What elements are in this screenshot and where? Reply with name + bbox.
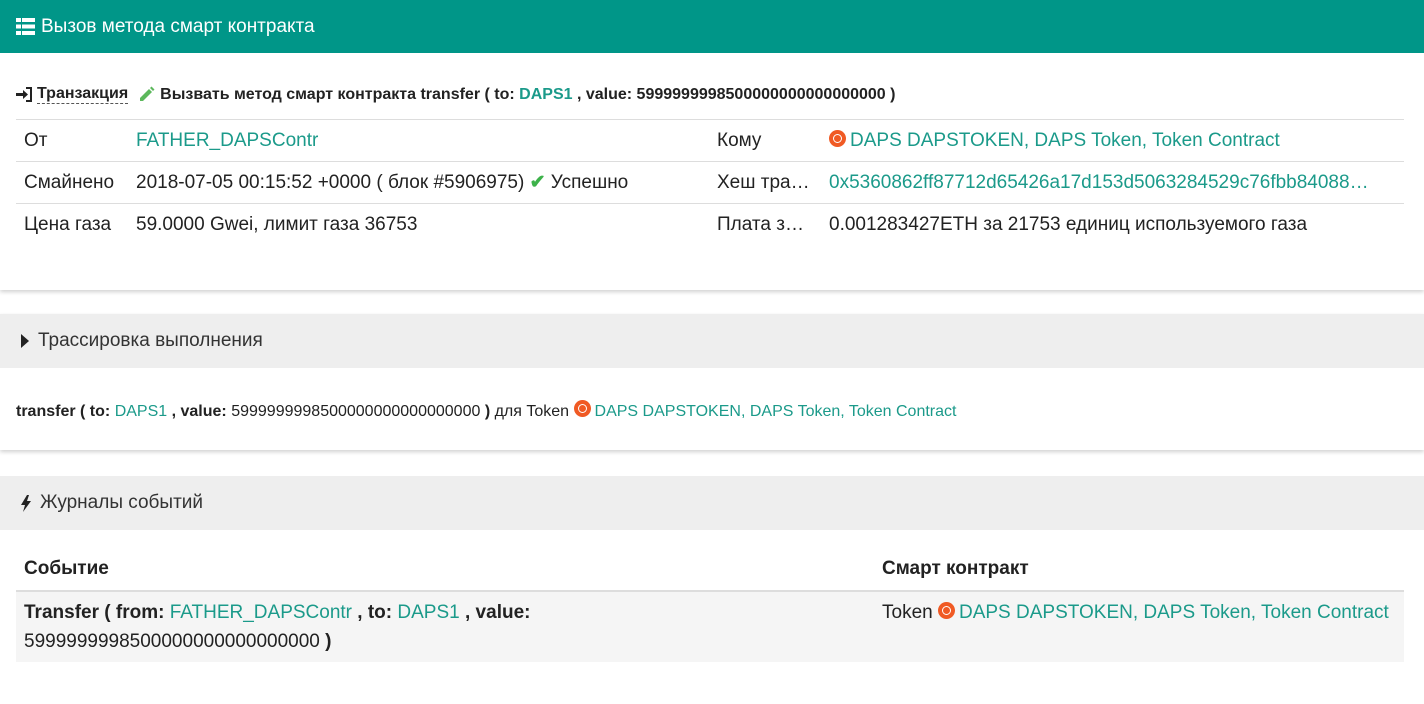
caret-right-icon xyxy=(21,334,29,348)
event-name: Transfer ( from: xyxy=(24,602,165,623)
col-event: Событие xyxy=(24,558,109,579)
mined-label: Смайнено xyxy=(16,161,128,204)
call-value: , value: 5999999998500000000000000000 ) xyxy=(576,85,896,103)
gas-price-label: Цена газа xyxy=(16,203,128,245)
col-contract: Смарт контракт xyxy=(882,558,1029,579)
trace-to-link[interactable]: DAPS1 xyxy=(115,403,167,420)
trace-token-link[interactable]: DAPS DAPSTOKEN, DAPS Token, Token Contra… xyxy=(595,403,957,420)
trace-close: ) xyxy=(484,403,491,420)
event-to-link[interactable]: DAPS1 xyxy=(397,602,459,623)
trace-panel: Трассировка выполнения transfer ( to: DA… xyxy=(0,314,1424,450)
events-panel: Журналы событий Событие Смарт контракт T… xyxy=(0,476,1424,704)
events-header: Журналы событий xyxy=(0,476,1424,530)
trace-for-token: для Token xyxy=(494,403,570,420)
hash-label: Хеш тра… xyxy=(709,161,821,204)
call-description: Вызвать метод смарт контракта transfer (… xyxy=(160,85,515,103)
hash-link[interactable]: 0x5360862ff87712d65426a17d153d5063284529… xyxy=(829,172,1369,193)
trace-method: transfer ( to: xyxy=(16,403,111,420)
bolt-icon xyxy=(21,494,31,512)
transaction-label[interactable]: Транзакция xyxy=(37,85,129,104)
event-value: 5999999998500000000000000000 xyxy=(24,631,320,652)
trace-content: transfer ( to: DAPS1 , value: 5999999998… xyxy=(16,400,956,421)
event-from-link[interactable]: FATHER_DAPSContr xyxy=(170,602,352,623)
contract-cell: Token DAPS DAPSTOKEN, DAPS Token, Token … xyxy=(874,590,1404,662)
from-link[interactable]: FATHER_DAPSContr xyxy=(136,130,318,151)
call-to-link[interactable]: DAPS1 xyxy=(519,86,572,104)
from-label: От xyxy=(16,119,128,162)
table-header-row: Событие Смарт контракт xyxy=(16,548,1404,591)
table-row: Transfer ( from: FATHER_DAPSContr , to: … xyxy=(16,590,1404,662)
panel-title: Вызов метода смарт контракта xyxy=(41,15,315,37)
panel-header: Вызов метода смарт контракта xyxy=(0,0,1424,53)
events-title: Журналы событий xyxy=(40,492,204,513)
to-label: Кому xyxy=(709,119,821,162)
event-to-label: , to: xyxy=(357,602,393,623)
mined-value: 2018-07-05 00:15:52 +0000 ( блок #590697… xyxy=(136,172,525,193)
table-row: От FATHER_DAPSContr Кому DAPS DAPSTOKEN,… xyxy=(16,119,1404,162)
to-token-link[interactable]: DAPS DAPSTOKEN, DAPS Token, Token Contra… xyxy=(850,130,1280,151)
transaction-info-table: От FATHER_DAPSContr Кому DAPS DAPSTOKEN,… xyxy=(16,119,1404,245)
transaction-panel: Вызов метода смарт контракта Транзакция … xyxy=(0,0,1424,290)
contract-prefix: Token xyxy=(882,602,933,623)
status-text: Успешно xyxy=(550,172,629,193)
trace-title: Трассировка выполнения xyxy=(38,330,263,351)
table-row: Цена газа 59.0000 Gwei, лимит газа 36753… xyxy=(16,203,1404,245)
token-icon xyxy=(937,602,955,619)
trace-header[interactable]: Трассировка выполнения xyxy=(0,314,1424,368)
fee-label: Плата з… xyxy=(709,203,821,245)
trace-value: 5999999998500000000000000000 xyxy=(231,403,481,420)
list-icon xyxy=(16,18,35,35)
trace-value-label: , value: xyxy=(171,403,227,420)
event-value-label: , value: xyxy=(465,602,531,623)
event-cell: Transfer ( from: FATHER_DAPSContr , to: … xyxy=(16,590,874,662)
table-row: Смайнено 2018-07-05 00:15:52 +0000 ( бло… xyxy=(16,161,1404,204)
transaction-summary: Транзакция Вызвать метод смарт контракта… xyxy=(16,85,895,104)
contract-link[interactable]: DAPS DAPSTOKEN, DAPS Token, Token Contra… xyxy=(959,602,1389,623)
pencil-icon xyxy=(140,86,155,101)
fee-value: 0.001283427ETH за 21753 единиц используе… xyxy=(821,203,1404,245)
token-icon xyxy=(573,400,591,417)
event-close: ) xyxy=(325,631,332,652)
events-table: Событие Смарт контракт Transfer ( from: … xyxy=(16,548,1404,662)
gas-price-value: 59.0000 Gwei, лимит газа 36753 xyxy=(128,203,709,245)
check-icon: ✔ xyxy=(529,172,546,193)
sign-in-icon xyxy=(16,87,32,102)
token-icon xyxy=(829,129,846,147)
